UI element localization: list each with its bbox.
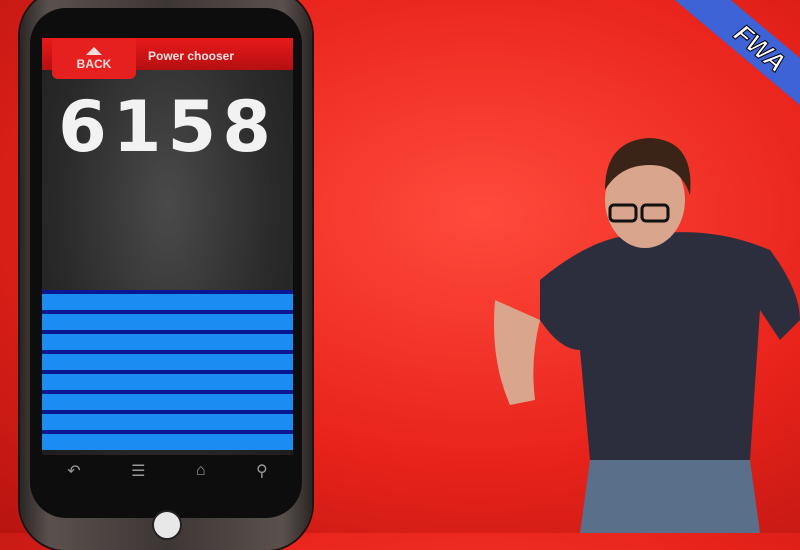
hardware-trackball[interactable] (152, 510, 182, 540)
fwa-logo: FWA (728, 17, 793, 78)
power-bar (42, 410, 293, 430)
back-label: BACK (76, 57, 112, 71)
power-bar (42, 390, 293, 410)
app-screen: Power chooser BACK 6158 (42, 38, 293, 455)
power-bar (42, 290, 293, 310)
power-meter[interactable] (42, 290, 293, 455)
power-bar (42, 430, 293, 450)
android-nav-bar: ↶ ☰ ⌂ ⚲ (42, 455, 293, 487)
back-button[interactable]: BACK (52, 39, 136, 79)
power-bar (42, 330, 293, 350)
power-bar (42, 350, 293, 370)
search-icon[interactable]: ⚲ (256, 461, 268, 481)
power-bar (42, 310, 293, 330)
back-icon[interactable]: ↶ (67, 461, 80, 481)
power-bar (42, 370, 293, 390)
home-icon[interactable]: ⌂ (196, 462, 206, 480)
power-counter: 6158 (58, 86, 277, 168)
menu-icon[interactable]: ☰ (131, 461, 145, 481)
person-dancing (494, 138, 800, 533)
screen-title: Power chooser (148, 49, 235, 63)
up-arrow-icon (86, 47, 102, 55)
fwa-watermark: FWA (656, 0, 800, 139)
